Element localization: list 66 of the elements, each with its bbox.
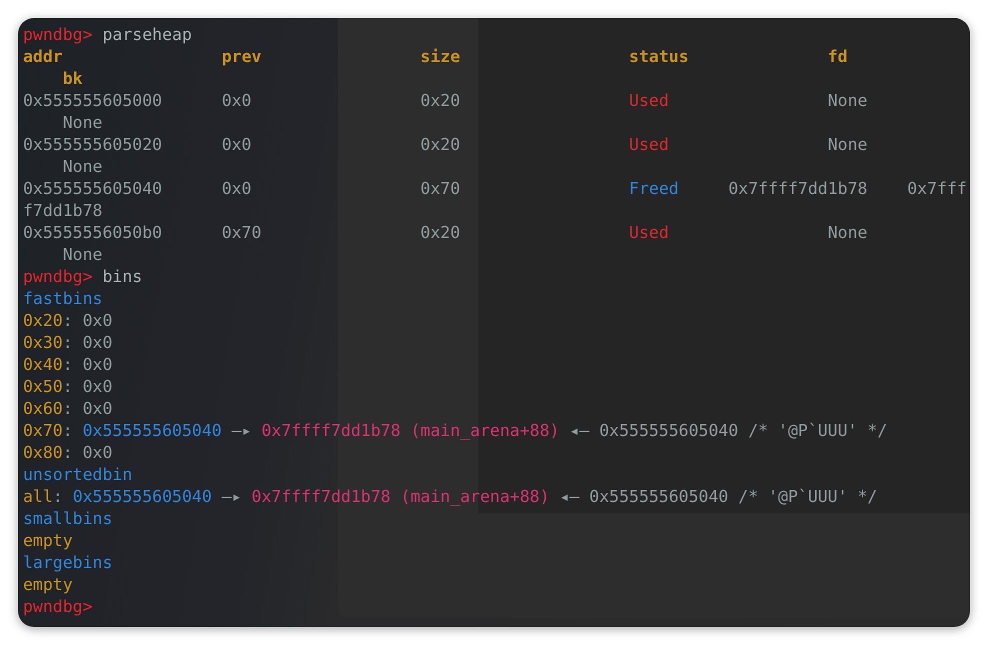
output-text: 0x20 <box>420 91 460 110</box>
output-text: empty <box>23 575 73 594</box>
output-text: largebins <box>23 553 112 572</box>
output-text: None <box>828 223 868 242</box>
command-text: parseheap <box>102 25 192 44</box>
output-text: empty <box>23 531 73 550</box>
output-text: 0x555555605040 <box>23 179 162 198</box>
prompt-text: pwndbg> <box>23 25 93 44</box>
output-text: ◂— 0x555555605040 /* '@P`UUU' */ <box>559 487 878 506</box>
output-text: —▸ <box>222 487 242 506</box>
output-text: : 0x0 <box>62 355 112 374</box>
output-text: None <box>62 157 102 176</box>
output-text: None <box>62 113 102 132</box>
output-text: 0x70 <box>420 179 460 198</box>
column-header: prev <box>222 47 262 66</box>
output-text: 0x7ffff7dd1b78 <box>728 179 868 198</box>
output-text: 0x70 <box>222 223 262 242</box>
output-text: None <box>828 135 868 154</box>
output-text: ◂— 0x555555605040 /* '@P`UUU' */ <box>569 421 888 440</box>
output-text: 0x7ffff7dd1b78 (main_arena+88) <box>261 421 560 440</box>
output-text: 0x80 <box>23 443 63 462</box>
output-text: : 0x0 <box>62 399 112 418</box>
output-text: 0x0 <box>222 179 252 198</box>
column-header: status <box>629 47 689 66</box>
output-text: all <box>23 487 53 506</box>
command-text: bins <box>102 267 142 286</box>
output-text: 0x7fff <box>907 179 967 198</box>
output-text: 0x555555605020 <box>23 135 162 154</box>
output-text: : 0x0 <box>62 443 112 462</box>
output-text: fastbins <box>23 289 102 308</box>
output-text: : 0x0 <box>62 311 112 330</box>
output-text: unsortedbin <box>23 465 132 484</box>
column-header: fd <box>828 47 848 66</box>
status-text: Used <box>629 223 669 242</box>
output-text: —▸ <box>232 421 252 440</box>
output-text: 0x20 <box>420 223 460 242</box>
output-text: : <box>52 487 63 506</box>
column-header: size <box>420 47 460 66</box>
column-header: bk <box>62 69 83 88</box>
output-text: smallbins <box>23 509 112 528</box>
output-text: : 0x0 <box>62 377 112 396</box>
output-text: 0x70 <box>23 421 63 440</box>
output-text: 0x50 <box>23 377 63 396</box>
output-text: 0x30 <box>23 333 63 352</box>
output-text: 0x0 <box>222 135 252 154</box>
output-text: None <box>828 91 868 110</box>
output-text: 0x7ffff7dd1b78 (main_arena+88) <box>252 487 550 506</box>
output-text: None <box>62 245 102 264</box>
output-text: : 0x0 <box>62 333 112 352</box>
status-text: Used <box>629 91 669 110</box>
output-text: 0x5555556050b0 <box>23 223 162 242</box>
output-text: 0x20 <box>23 311 63 330</box>
output-text: : <box>62 421 73 440</box>
output-text: 0x20 <box>420 135 460 154</box>
output-text: 0x555555605040 <box>82 421 222 440</box>
output-text: f7dd1b78 <box>23 201 102 220</box>
prompt-text: pwndbg> <box>23 597 93 616</box>
column-header: addr <box>23 47 63 66</box>
status-text: Used <box>629 135 669 154</box>
prompt-text: pwndbg> <box>23 267 93 286</box>
output-text: 0x0 <box>222 91 252 110</box>
output-text: 0x555555605040 <box>72 487 212 506</box>
output-text: 0x40 <box>23 355 63 374</box>
output-text: 0x60 <box>23 399 63 418</box>
output-text: 0x555555605000 <box>23 91 162 110</box>
status-text: Freed <box>629 179 679 198</box>
